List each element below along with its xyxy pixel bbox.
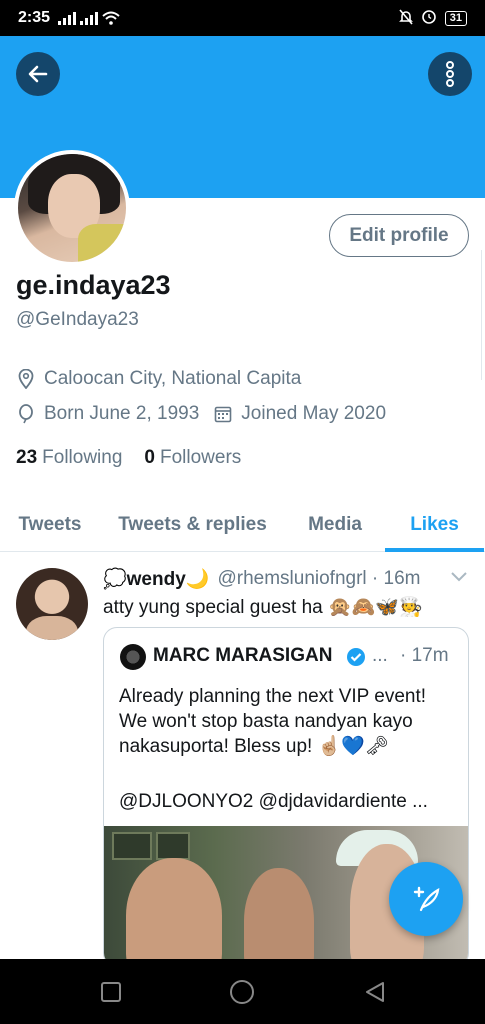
edit-profile-button[interactable]: Edit profile bbox=[329, 214, 469, 257]
location-row: Caloocan City, National Capita bbox=[16, 368, 301, 390]
tab-likes[interactable]: Likes bbox=[385, 498, 484, 552]
location-text: Caloocan City, National Capita bbox=[44, 368, 302, 389]
following-link[interactable]: 23 Following bbox=[16, 447, 122, 469]
display-name: ge.indaya23 bbox=[16, 270, 171, 300]
tab-tweets-replies[interactable]: Tweets & replies bbox=[100, 498, 285, 552]
quoted-text: Already planning the next VIP event! We … bbox=[119, 686, 427, 757]
arrow-left-icon bbox=[28, 65, 48, 83]
recent-apps-button[interactable] bbox=[98, 979, 124, 1005]
location-pin-icon bbox=[16, 369, 36, 389]
tab-media[interactable]: Media bbox=[285, 498, 385, 552]
quoted-handle-truncated: ... bbox=[372, 645, 388, 666]
user-handle: @GeIndaya23 bbox=[16, 309, 139, 330]
tweet-options-button[interactable] bbox=[450, 570, 468, 588]
status-time: 2:35 bbox=[18, 9, 51, 26]
balloon-icon bbox=[16, 404, 36, 424]
followers-link[interactable]: 0 Followers bbox=[144, 447, 241, 469]
following-label: Following bbox=[42, 447, 123, 468]
back-nav-button[interactable] bbox=[362, 979, 388, 1005]
tweet-author-avatar[interactable] bbox=[16, 568, 88, 640]
quoted-author-avatar bbox=[120, 644, 146, 670]
system-nav-bar bbox=[0, 959, 485, 1024]
dates-row: Born June 2, 1993 Joined May 2020 bbox=[16, 403, 386, 425]
back-button[interactable] bbox=[16, 52, 60, 96]
alarm-icon bbox=[421, 9, 437, 28]
active-tab-indicator bbox=[385, 548, 484, 552]
following-count: 23 bbox=[16, 447, 38, 468]
home-button[interactable] bbox=[229, 979, 255, 1005]
chevron-down-icon bbox=[451, 572, 467, 582]
quoted-time: · 17m bbox=[400, 645, 449, 666]
compose-tweet-icon bbox=[413, 886, 440, 912]
tab-tweets[interactable]: Tweets bbox=[0, 498, 100, 552]
more-vertical-icon bbox=[446, 61, 454, 87]
follow-stats: 23 Following 0 Followers bbox=[16, 447, 241, 469]
recent-apps-icon bbox=[101, 982, 121, 1002]
birthday-text: Born June 2, 1993 bbox=[44, 403, 200, 424]
verified-badge-icon bbox=[346, 647, 366, 667]
scroll-edge bbox=[481, 250, 485, 380]
back-icon bbox=[366, 982, 384, 1002]
quoted-mentions: @DJLOONYO2 @djdavidardiente ... bbox=[119, 791, 428, 812]
tweet-text: atty yung special guest ha 🙊🙈🦋🧑‍🍳 bbox=[103, 597, 423, 618]
quoted-author-name: MARC MARASIGAN bbox=[153, 645, 333, 666]
tweet-author-name[interactable]: 💭wendy🌙 bbox=[103, 567, 209, 591]
followers-label: Followers bbox=[159, 447, 242, 468]
followers-count: 0 bbox=[144, 447, 155, 468]
status-bar: 2:35 31 bbox=[0, 0, 485, 36]
tweet-handle-time: @rhemslunio​fngrl · 16m bbox=[217, 568, 421, 589]
battery-indicator: 31 bbox=[444, 10, 467, 26]
wifi-icon bbox=[102, 11, 120, 25]
profile-avatar[interactable] bbox=[14, 150, 130, 266]
profile-tabs: Tweets Tweets & replies Media Likes bbox=[0, 498, 485, 552]
signal-icon bbox=[80, 11, 99, 25]
signal-icon bbox=[58, 11, 77, 25]
mute-icon bbox=[398, 8, 413, 28]
home-icon bbox=[230, 980, 254, 1004]
compose-tweet-button[interactable] bbox=[389, 862, 463, 936]
more-options-button[interactable] bbox=[428, 52, 472, 96]
joined-text: Joined May 2020 bbox=[241, 403, 387, 424]
calendar-icon bbox=[213, 404, 233, 424]
tweet-header: 💭wendy🌙 @rhemslunio​fngrl · 16m bbox=[103, 567, 420, 591]
